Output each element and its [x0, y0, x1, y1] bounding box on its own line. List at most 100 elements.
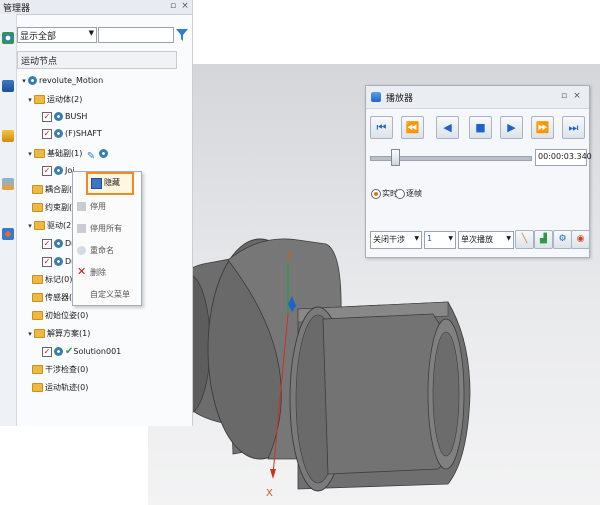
menu-item-customize[interactable]: 自定义菜单 [73, 284, 141, 306]
driver-icon [54, 257, 63, 266]
edit-icon[interactable]: ✎ [87, 149, 97, 162]
tree-node-solutions[interactable]: ▾ 解算方案(1) [26, 326, 90, 341]
plot-icon: ▟ [540, 234, 547, 244]
visibility-checkbox[interactable]: ✓ [42, 165, 52, 176]
restore-icon[interactable]: ▫ [559, 91, 569, 102]
folder-icon [32, 185, 43, 194]
hide-icon [91, 178, 102, 189]
menu-item-disable[interactable]: 停用 [73, 196, 141, 218]
visibility-checkbox[interactable]: ✓ [42, 111, 52, 122]
tree-node-drivers[interactable]: ▾ 驱动(2) [26, 218, 74, 233]
filter-dropdown-value: 显示全部 [20, 32, 57, 42]
manager-side-rail [0, 14, 17, 426]
delete-icon: ✕ [77, 265, 87, 278]
frame-label: 逐帧 [406, 189, 422, 198]
plot-button[interactable]: ▟ [534, 230, 553, 249]
assembly-icon[interactable] [2, 80, 14, 92]
close-icon[interactable]: × [572, 91, 582, 102]
body-icon [54, 129, 63, 138]
tree-node-bush[interactable]: ✓ BUSH [42, 109, 87, 124]
stop-button[interactable]: ■ [469, 116, 492, 139]
tree-node-trajectories[interactable]: 运动轨迹(0) [32, 380, 88, 395]
tree-node-bodies[interactable]: ▾ 运动体(2) [26, 92, 82, 107]
play-reverse-button[interactable]: ◀ [436, 116, 459, 139]
folder-icon [34, 221, 45, 230]
axis-x-label: X [266, 488, 273, 499]
folder-icon [34, 329, 45, 338]
play-reverse-icon: ◀ [443, 121, 452, 134]
chevron-down-icon[interactable]: ▾ [26, 327, 34, 342]
menu-item-delete[interactable]: ✕ 删除 [73, 262, 141, 284]
menu-item-hide[interactable]: 隐藏 [86, 172, 134, 195]
go-to-end-button[interactable]: ⏭ [562, 116, 585, 139]
trace-button[interactable]: ╲ [515, 230, 534, 249]
tree-node-root[interactable]: ▾ revolute_Motion [20, 73, 103, 88]
tree-node-interference[interactable]: 干涉检查(0) [32, 362, 88, 377]
menu-item-rename[interactable]: 重命名 [73, 240, 141, 262]
timeline-slider-thumb[interactable] [391, 149, 401, 166]
tree-node-markers[interactable]: 标记(0) [32, 272, 72, 287]
settings-button[interactable]: ⚙ [553, 230, 572, 249]
chevron-down-icon[interactable]: ▾ [20, 74, 28, 89]
folder-icon [32, 203, 43, 212]
motion-manager-icon[interactable] [2, 32, 14, 44]
pen-icon: ╲ [521, 234, 528, 244]
chevron-down-icon[interactable]: ▾ [26, 147, 34, 162]
record-icon: ◉ [576, 234, 585, 244]
folder-icon [34, 149, 45, 158]
driver-icon [54, 239, 63, 248]
step-back-icon: ⏪ [405, 121, 420, 134]
user-icon[interactable] [2, 228, 14, 240]
tree-node-initial-positions[interactable]: 初始位姿(0) [32, 308, 88, 323]
visibility-checkbox[interactable]: ✓ [42, 238, 52, 249]
play-button[interactable]: ▶ [500, 116, 523, 139]
tree-header-label: 运动节点 [21, 57, 58, 67]
gear-icon: ⚙ [558, 234, 567, 244]
folder-icon [32, 383, 43, 392]
interference-dropdown[interactable]: 关闭干涉 ▼ [370, 231, 422, 249]
menu-item-disable-all[interactable]: 停用所有 [73, 218, 141, 240]
tree-node-base-pairs[interactable]: ▾ 基础副(1) ✎ [26, 146, 110, 162]
chevron-down-icon[interactable]: ▾ [26, 93, 34, 108]
chevron-down-icon[interactable]: ▾ [26, 219, 34, 234]
disable-icon [77, 202, 86, 211]
joint-icon [99, 149, 109, 158]
chevron-down-icon: ▼ [414, 235, 419, 242]
frame-radio[interactable] [395, 189, 405, 199]
view-icon[interactable] [2, 178, 14, 190]
visibility-checkbox[interactable]: ✓ [42, 128, 52, 139]
pin-icon[interactable]: ▫ [168, 1, 178, 12]
joint-icon [54, 166, 63, 175]
part-icon[interactable] [2, 130, 14, 142]
context-menu: 隐藏 停用 停用所有 重命名 ✕ 删除 自定义菜单 [72, 171, 142, 306]
visibility-checkbox[interactable]: ✓ [42, 256, 52, 267]
search-input[interactable] [98, 27, 174, 43]
play-mode-dropdown[interactable]: 单次播放 ▼ [458, 231, 514, 249]
filter-dropdown[interactable]: 显示全部 ▼ [17, 27, 97, 43]
rename-icon [77, 246, 86, 255]
chevron-down-icon: ▼ [88, 29, 94, 37]
step-back-button[interactable]: ⏪ [401, 116, 424, 139]
visibility-checkbox[interactable]: ✓ [42, 346, 52, 357]
manager-title: 管理器 [3, 4, 31, 14]
tree-node-shaft[interactable]: ✓ (F)SHAFT [42, 126, 102, 141]
disable-all-icon [77, 224, 86, 233]
chevron-down-icon: ▼ [448, 235, 453, 242]
go-to-start-button[interactable]: ⏮ [370, 116, 393, 139]
folder-icon [32, 275, 43, 284]
time-field[interactable]: 00:00:03.340 [535, 149, 592, 166]
realtime-radio[interactable] [371, 189, 381, 199]
record-button[interactable]: ◉ [571, 230, 590, 249]
folder-icon [32, 365, 43, 374]
skip-start-icon: ⏮ [376, 121, 387, 134]
tree-node-solution-001[interactable]: ✓ ✔Solution001 [42, 344, 121, 359]
step-forward-button[interactable]: ⏩ [531, 116, 554, 139]
solution-icon [54, 347, 63, 356]
close-icon[interactable]: × [180, 1, 190, 12]
folder-icon [32, 293, 43, 302]
player-title-bar[interactable]: 播放器 ▫ × [366, 86, 589, 109]
motion-icon [28, 76, 37, 85]
step-dropdown[interactable]: 1 ▼ [424, 231, 456, 249]
filter-icon[interactable] [175, 27, 189, 42]
tree-node-joint[interactable]: ✓Join [42, 163, 74, 178]
